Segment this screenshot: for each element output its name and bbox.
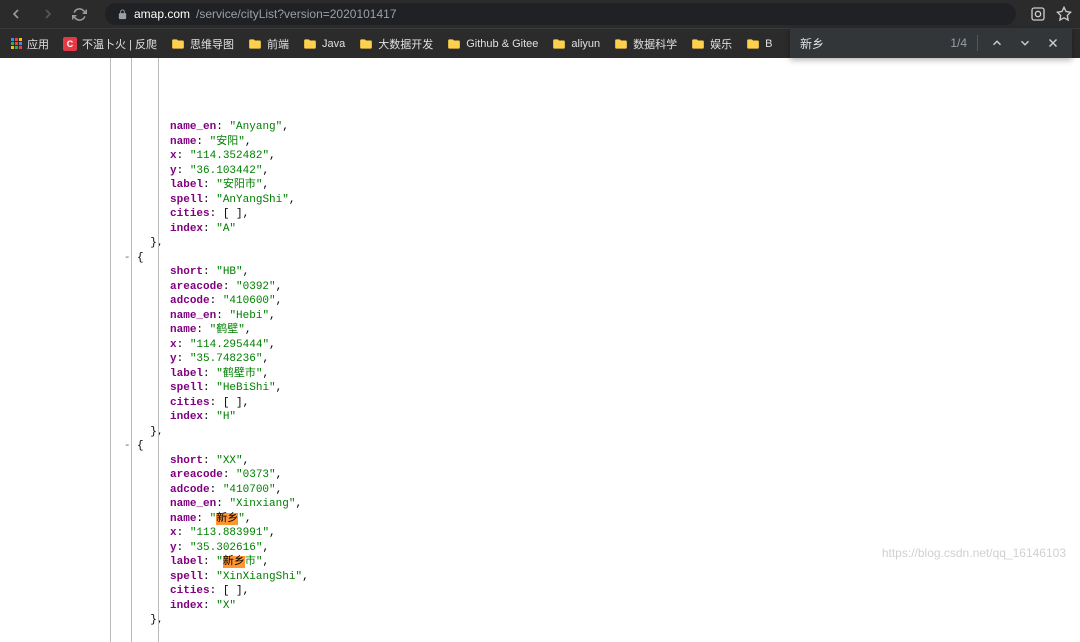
folder-icon <box>303 37 317 51</box>
bookmark-folder[interactable]: 娱乐 <box>688 34 735 54</box>
bookmark-folder[interactable]: 前端 <box>245 34 292 54</box>
bookmark-folder[interactable]: 数据科学 <box>611 34 680 54</box>
apps-button[interactable]: 应用 <box>8 34 52 54</box>
apps-icon <box>11 38 22 49</box>
bookmark-folder[interactable]: Java <box>300 35 348 53</box>
bookmark-folder[interactable]: aliyun <box>549 35 603 53</box>
browser-toolbar: amap.com/service/cityList?version=202010… <box>0 0 1080 28</box>
bookmark-folder[interactable]: Github & Gitee <box>444 35 541 53</box>
folder-icon <box>691 37 705 51</box>
find-input[interactable]: 新乡 <box>800 35 940 52</box>
back-button[interactable] <box>8 6 24 22</box>
folder-icon <box>171 37 185 51</box>
bookmark-star-icon[interactable] <box>1056 6 1072 22</box>
bookmark-link[interactable]: C不温卜火 | 反爬 <box>60 34 160 54</box>
bookmark-folder[interactable]: 大数据开发 <box>356 34 436 54</box>
url-host: amap.com <box>134 7 190 21</box>
forward-button[interactable] <box>40 6 56 22</box>
bookmark-folder[interactable]: 思维导图 <box>168 34 237 54</box>
folder-icon <box>359 37 373 51</box>
lock-icon <box>117 9 128 20</box>
find-count: 1/4 <box>950 36 967 50</box>
address-bar[interactable]: amap.com/service/cityList?version=202010… <box>105 3 1016 25</box>
watermark: https://blog.csdn.net/qq_16146103 <box>882 546 1066 560</box>
folder-icon <box>552 37 566 51</box>
find-in-page-bar: 新乡 1/4 <box>790 28 1072 58</box>
site-icon: C <box>63 37 77 51</box>
find-prev-button[interactable] <box>988 34 1006 52</box>
reload-button[interactable] <box>72 7 87 22</box>
find-close-button[interactable] <box>1044 34 1062 52</box>
folder-icon <box>248 37 262 51</box>
url-path: /service/cityList?version=2020101417 <box>196 7 396 21</box>
folder-icon <box>614 37 628 51</box>
folder-icon <box>746 37 760 51</box>
folder-icon <box>447 37 461 51</box>
find-next-button[interactable] <box>1016 34 1034 52</box>
bookmark-folder[interactable]: B <box>743 35 775 53</box>
extension-icon[interactable] <box>1030 6 1046 22</box>
